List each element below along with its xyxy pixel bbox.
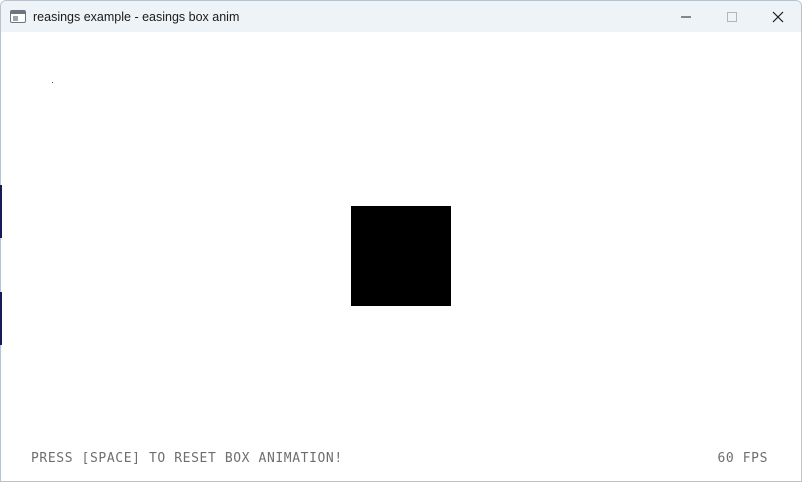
window-title: reasings example - easings box anim [33,9,240,24]
maximize-button[interactable] [709,1,755,32]
title-bar[interactable]: reasings example - easings box anim [1,1,801,32]
animated-box [351,206,451,306]
minimize-icon [681,16,691,17]
minimize-button[interactable] [663,1,709,32]
canvas-pixel-speck [52,82,53,83]
left-edge-mark [0,292,2,345]
app-window-icon [10,10,26,23]
fps-counter: 60 FPS [717,451,768,466]
left-edge-mark [0,185,2,238]
close-button[interactable] [755,1,801,32]
reset-instructions-text: PRESS [SPACE] TO RESET BOX ANIMATION! [31,451,343,466]
close-icon [772,11,784,22]
app-window: reasings example - easings box anim PRES… [0,0,802,482]
render-canvas[interactable]: PRESS [SPACE] TO RESET BOX ANIMATION! 60… [1,32,801,481]
maximize-icon [727,11,737,22]
window-controls [663,1,801,32]
